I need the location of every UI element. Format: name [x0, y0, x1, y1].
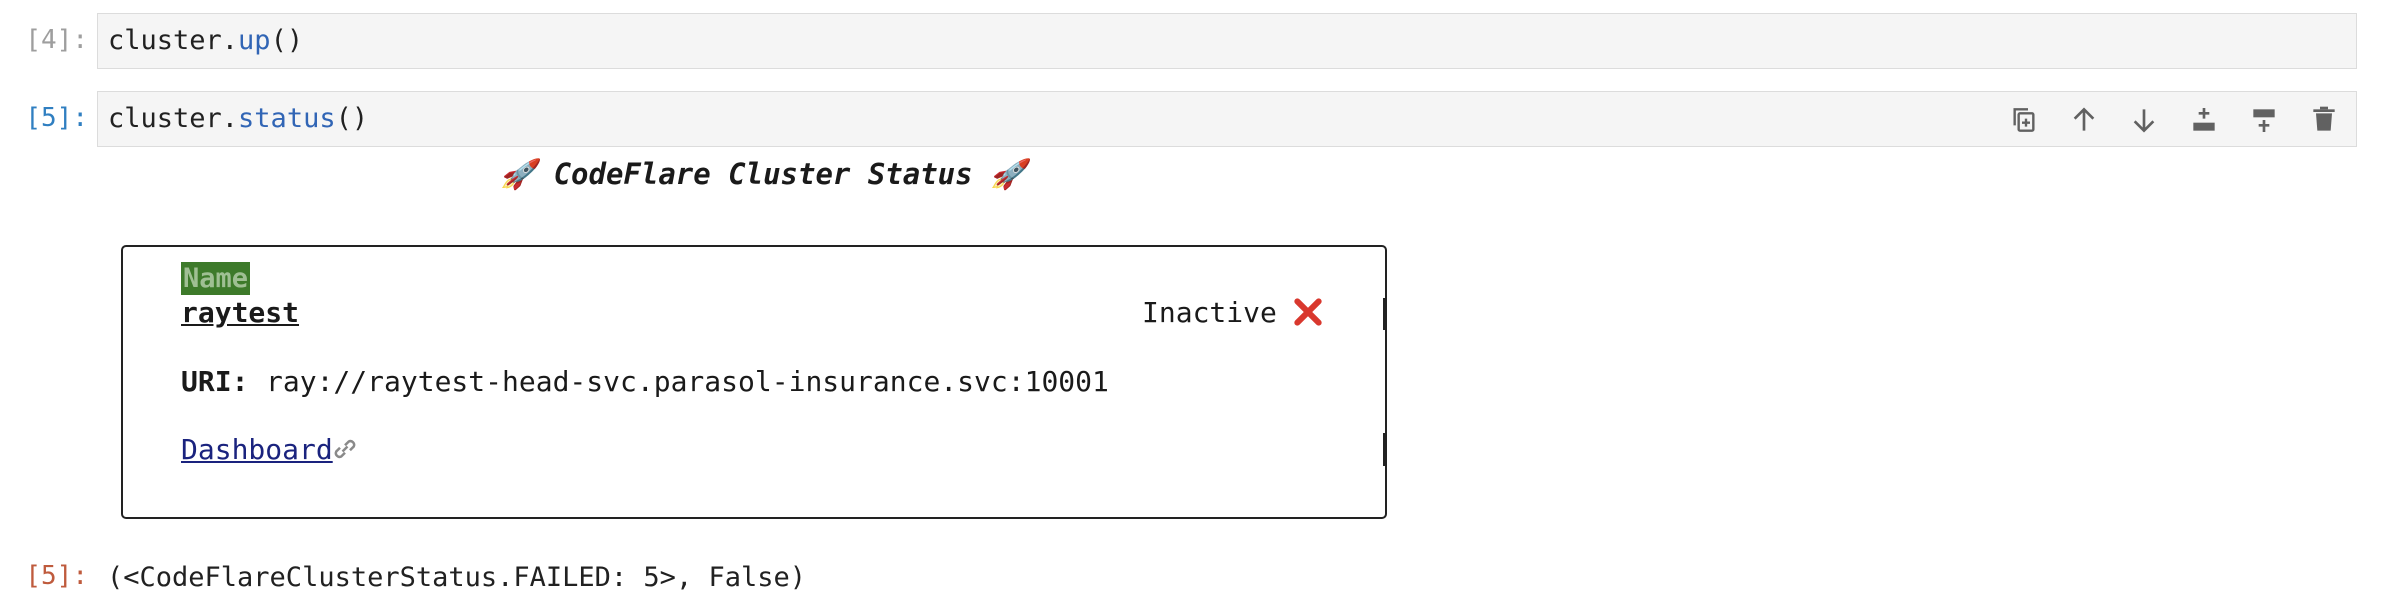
cell-toolbar — [2006, 102, 2342, 138]
name-header: Name — [181, 262, 251, 295]
code-object: cluster. — [108, 25, 239, 56]
cluster-name: raytest — [181, 296, 300, 329]
code-function: up — [238, 25, 271, 56]
code-args: () — [335, 103, 369, 134]
cell-4-prompt: [4]: — [25, 25, 88, 55]
duplicate-icon — [2013, 108, 2035, 132]
code-args: () — [270, 25, 304, 56]
red-x-icon — [1294, 298, 1322, 326]
uri-label: URI: — [181, 365, 249, 398]
move-up-icon — [2073, 107, 2095, 131]
cell-5-code: cluster.status() — [108, 103, 368, 134]
move-down-icon — [2133, 109, 2155, 133]
code-object: cluster. — [108, 103, 239, 134]
status-badge: Inactive — [1142, 296, 1277, 329]
uri-value: ray://raytest-head-svc.parasol-insurance… — [266, 365, 1109, 398]
box-divider — [1383, 433, 1385, 466]
cell-4-input[interactable]: cluster.up() — [97, 13, 2357, 69]
insert-above-icon — [2193, 108, 2215, 131]
insert-above-button[interactable] — [2186, 102, 2222, 138]
link-icon — [334, 439, 356, 459]
cell-5-input[interactable]: cluster.status() — [97, 91, 2357, 147]
code-function: status — [238, 103, 336, 134]
delete-icon — [2313, 106, 2335, 131]
box-divider — [1383, 298, 1385, 330]
insert-below-icon — [2253, 109, 2275, 132]
move-up-button[interactable] — [2066, 102, 2102, 138]
cell-4-code: cluster.up() — [108, 25, 303, 56]
duplicate-button[interactable] — [2006, 102, 2042, 138]
status-title: 🚀 CodeFlare Cluster Status 🚀 — [500, 157, 1027, 191]
delete-button[interactable] — [2306, 102, 2342, 138]
dashboard-link[interactable]: Dashboard — [181, 433, 333, 466]
output-prompt: [5]: — [25, 561, 88, 591]
output-text: (<CodeFlareClusterStatus.FAILED: 5>, Fal… — [107, 562, 806, 593]
insert-below-button[interactable] — [2246, 102, 2282, 138]
cell-5-prompt: [5]: — [25, 103, 88, 133]
move-down-button[interactable] — [2126, 102, 2162, 138]
